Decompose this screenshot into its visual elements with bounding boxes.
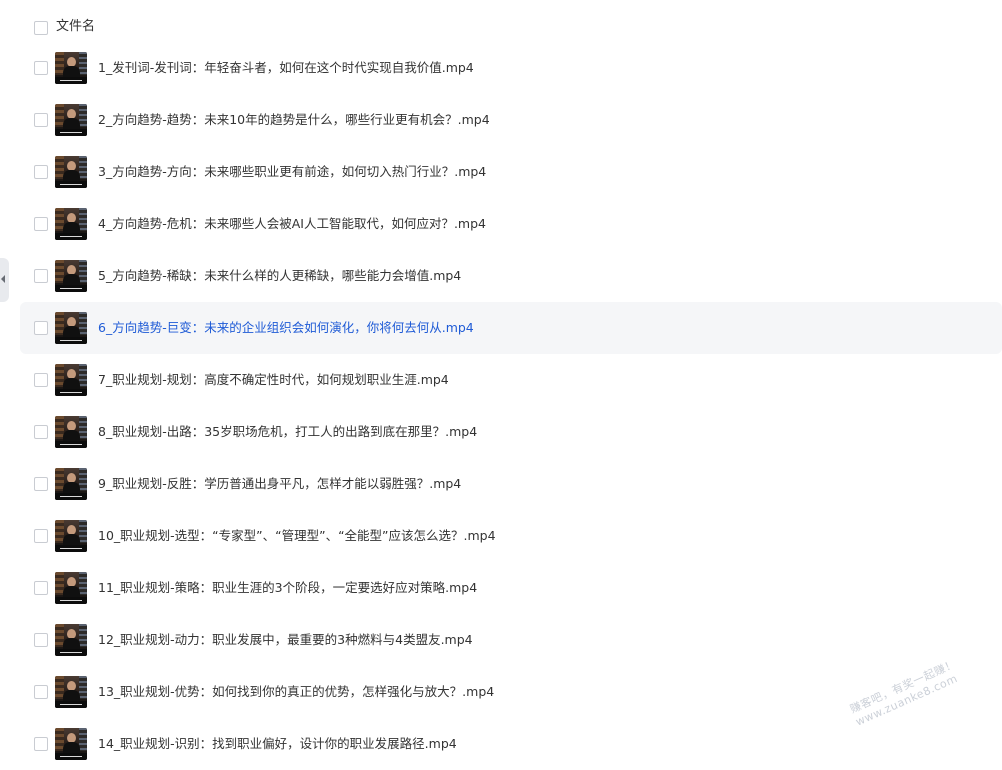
- video-thumbnail[interactable]: [55, 416, 87, 448]
- chevron-left-icon: [1, 275, 5, 283]
- video-thumbnail[interactable]: [55, 624, 87, 656]
- file-name-link[interactable]: 4_方向趋势-危机：未来哪些人会被AI人工智能取代，如何应对？.mp4: [98, 215, 486, 233]
- file-name-link[interactable]: 8_职业规划-出路：35岁职场危机，打工人的出路到底在那里？.mp4: [98, 423, 477, 441]
- file-row[interactable]: 12_职业规划-动力：职业发展中，最重要的3种燃料与4类盟友.mp4: [20, 614, 1002, 666]
- file-name-link[interactable]: 12_职业规划-动力：职业发展中，最重要的3种燃料与4类盟友.mp4: [98, 631, 473, 649]
- sidebar-collapse-handle[interactable]: [0, 258, 9, 302]
- file-name-link[interactable]: 11_职业规划-策略：职业生涯的3个阶段，一定要选好应对策略.mp4: [98, 579, 477, 597]
- file-name-link[interactable]: 5_方向趋势-稀缺：未来什么样的人更稀缺，哪些能力会增值.mp4: [98, 267, 461, 285]
- file-checkbox[interactable]: [34, 217, 48, 231]
- video-thumbnail[interactable]: [55, 572, 87, 604]
- video-thumbnail[interactable]: [55, 364, 87, 396]
- video-thumbnail[interactable]: [55, 260, 87, 292]
- file-checkbox[interactable]: [34, 685, 48, 699]
- file-name-link[interactable]: 9_职业规划-反胜：学历普通出身平凡，怎样才能以弱胜强？.mp4: [98, 475, 461, 493]
- file-row[interactable]: 11_职业规划-策略：职业生涯的3个阶段，一定要选好应对策略.mp4: [20, 562, 1002, 614]
- video-thumbnail[interactable]: [55, 208, 87, 240]
- file-row[interactable]: 4_方向趋势-危机：未来哪些人会被AI人工智能取代，如何应对？.mp4: [20, 198, 1002, 250]
- file-checkbox[interactable]: [34, 269, 48, 283]
- video-thumbnail[interactable]: [55, 312, 87, 344]
- file-checkbox[interactable]: [34, 113, 48, 127]
- file-checkbox[interactable]: [34, 633, 48, 647]
- column-header-filename[interactable]: 文件名: [56, 18, 95, 36]
- file-row[interactable]: 10_职业规划-选型：“专家型”、“管理型”、“全能型”应该怎么选？.mp4: [20, 510, 1002, 562]
- file-checkbox[interactable]: [34, 165, 48, 179]
- file-row[interactable]: 8_职业规划-出路：35岁职场危机，打工人的出路到底在那里？.mp4: [20, 406, 1002, 458]
- video-thumbnail[interactable]: [55, 520, 87, 552]
- file-row[interactable]: 7_职业规划-规划：高度不确定性时代，如何规划职业生涯.mp4: [20, 354, 1002, 406]
- video-thumbnail[interactable]: [55, 676, 87, 708]
- file-checkbox[interactable]: [34, 321, 48, 335]
- file-name-link[interactable]: 10_职业规划-选型：“专家型”、“管理型”、“全能型”应该怎么选？.mp4: [98, 527, 496, 545]
- file-row[interactable]: 9_职业规划-反胜：学历普通出身平凡，怎样才能以弱胜强？.mp4: [20, 458, 1002, 510]
- file-row[interactable]: 1_发刊词-发刊词：年轻奋斗者，如何在这个时代实现自我价值.mp4: [20, 42, 1002, 94]
- file-name-link[interactable]: 3_方向趋势-方向：未来哪些职业更有前途，如何切入热门行业？.mp4: [98, 163, 486, 181]
- video-thumbnail[interactable]: [55, 156, 87, 188]
- file-checkbox[interactable]: [34, 581, 48, 595]
- file-name-link[interactable]: 2_方向趋势-趋势：未来10年的趋势是什么，哪些行业更有机会？.mp4: [98, 111, 490, 129]
- file-row[interactable]: 2_方向趋势-趋势：未来10年的趋势是什么，哪些行业更有机会？.mp4: [20, 94, 1002, 146]
- file-checkbox[interactable]: [34, 373, 48, 387]
- file-checkbox[interactable]: [34, 529, 48, 543]
- file-row[interactable]: 14_职业规划-识别：找到职业偏好，设计你的职业发展路径.mp4: [20, 718, 1002, 770]
- file-name-link[interactable]: 6_方向趋势-巨变：未来的企业组织会如何演化，你将何去何从.mp4: [98, 319, 474, 337]
- file-name-link[interactable]: 14_职业规划-识别：找到职业偏好，设计你的职业发展路径.mp4: [98, 735, 457, 753]
- file-name-link[interactable]: 1_发刊词-发刊词：年轻奋斗者，如何在这个时代实现自我价值.mp4: [98, 59, 474, 77]
- select-all-checkbox[interactable]: [34, 21, 48, 35]
- file-checkbox[interactable]: [34, 737, 48, 751]
- file-row[interactable]: 5_方向趋势-稀缺：未来什么样的人更稀缺，哪些能力会增值.mp4: [20, 250, 1002, 302]
- file-name-link[interactable]: 13_职业规划-优势：如何找到你的真正的优势，怎样强化与放大？.mp4: [98, 683, 494, 701]
- video-thumbnail[interactable]: [55, 468, 87, 500]
- video-thumbnail[interactable]: [55, 52, 87, 84]
- file-row[interactable]: 3_方向趋势-方向：未来哪些职业更有前途，如何切入热门行业？.mp4: [20, 146, 1002, 198]
- file-row[interactable]: 6_方向趋势-巨变：未来的企业组织会如何演化，你将何去何从.mp4: [20, 302, 1002, 354]
- file-name-link[interactable]: 7_职业规划-规划：高度不确定性时代，如何规划职业生涯.mp4: [98, 371, 449, 389]
- file-checkbox[interactable]: [34, 425, 48, 439]
- video-thumbnail[interactable]: [55, 728, 87, 760]
- video-thumbnail[interactable]: [55, 104, 87, 136]
- file-checkbox[interactable]: [34, 477, 48, 491]
- file-checkbox[interactable]: [34, 61, 48, 75]
- file-list: 1_发刊词-发刊词：年轻奋斗者，如何在这个时代实现自我价值.mp4 2_方向趋势-…: [20, 42, 1002, 770]
